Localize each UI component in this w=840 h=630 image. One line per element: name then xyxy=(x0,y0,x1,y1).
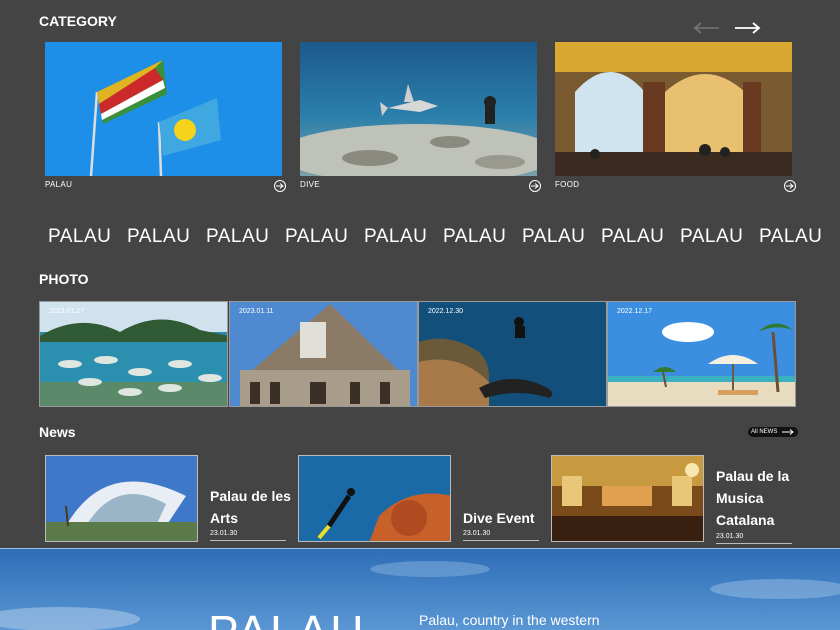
arrow-right-icon xyxy=(782,429,794,435)
news-headline-line: Catalana xyxy=(716,512,775,528)
photo-title: PHOTO xyxy=(39,271,89,287)
all-news-button[interactable]: All NEWS xyxy=(748,427,798,437)
category-label: FOOD xyxy=(555,180,580,189)
arrow-circle-icon[interactable] xyxy=(529,180,541,192)
hero-banner: PALAU Palau, country in the western xyxy=(0,548,840,630)
restaurant-image xyxy=(555,42,792,176)
palau-flags-image xyxy=(45,42,282,176)
hero-description: Palau, country in the western xyxy=(419,612,600,628)
news-thumbnail[interactable] xyxy=(298,455,451,542)
news-underline xyxy=(716,543,792,544)
dive-event-image xyxy=(299,456,450,541)
marquee-word: PALAU xyxy=(127,226,191,247)
category-card-palau[interactable]: PALAU xyxy=(45,42,286,194)
news-headline-line: Dive Event xyxy=(463,510,535,526)
category-card-food[interactable]: FOOD xyxy=(555,42,796,194)
news-headline-line: Arts xyxy=(210,510,239,526)
marquee-word: PALAU xyxy=(759,226,823,247)
shark-dive-image xyxy=(300,42,537,176)
hero-heading: PALAU xyxy=(208,605,365,630)
news-date: 23.01.30 xyxy=(210,530,238,537)
news-headline-line: Palau de les xyxy=(210,488,291,504)
arts-building-image xyxy=(46,456,197,541)
news-headline-line: Musica xyxy=(716,490,764,506)
news-underline xyxy=(463,540,539,541)
arrow-left-icon[interactable] xyxy=(692,20,722,36)
marquee-word: PALAU xyxy=(364,226,428,247)
concert-hall-image xyxy=(552,456,703,541)
category-label: PALAU xyxy=(45,180,73,189)
marquee-track: PALAU PALAU PALAU PALAU PALAU PALAU PALAU PALAU… xyxy=(48,226,838,248)
news-headline[interactable]: Palau de la Musica Catalana xyxy=(716,465,789,531)
news-date: 23.01.30 xyxy=(463,530,491,537)
reef-fish-image xyxy=(40,302,227,406)
palau-marquee: PALAU PALAU PALAU PALAU PALAU PALAU PALAU PALAU… xyxy=(0,222,840,256)
category-title: CATEGORY xyxy=(39,13,117,29)
marquee-word: PALAU xyxy=(601,226,665,247)
photo-date: 2023.01.11 xyxy=(239,308,274,315)
news-headline[interactable]: Dive Event xyxy=(463,507,535,529)
all-news-label: All NEWS xyxy=(751,429,778,435)
arrow-circle-icon[interactable] xyxy=(274,180,286,192)
photo-date: 2022.12.30 xyxy=(428,308,464,315)
marquee-word: PALAU xyxy=(522,226,586,247)
building-image xyxy=(230,302,417,406)
marquee-word: PALAU xyxy=(206,226,270,247)
news-title: News xyxy=(39,424,76,440)
coral-diver-image xyxy=(419,302,606,406)
arrow-circle-icon[interactable] xyxy=(784,180,796,192)
arrow-right-icon[interactable] xyxy=(732,20,762,36)
category-card-dive[interactable]: DIVE xyxy=(300,42,541,194)
photo-card[interactable]: 2023.01.27 xyxy=(39,301,228,407)
news-headline-line: Palau de la xyxy=(716,468,790,484)
news-thumbnail[interactable] xyxy=(45,455,198,542)
category-label: DIVE xyxy=(300,180,320,189)
news-headline[interactable]: Palau de les Arts xyxy=(210,485,291,529)
photo-date: 2023.01.27 xyxy=(49,308,85,315)
news-date: 23.01.30 xyxy=(716,533,744,540)
beach-image xyxy=(608,302,795,406)
photo-date: 2022.12.17 xyxy=(617,308,653,315)
marquee-word: PALAU xyxy=(680,226,744,247)
marquee-word: PALAU xyxy=(443,226,507,247)
news-thumbnail[interactable] xyxy=(551,455,704,542)
photo-card[interactable]: 2022.12.17 xyxy=(607,301,796,407)
marquee-word: PALAU xyxy=(48,226,112,247)
photo-card[interactable]: 2023.01.11 xyxy=(229,301,418,407)
photo-card[interactable]: 2022.12.30 xyxy=(418,301,607,407)
news-underline xyxy=(210,540,286,541)
marquee-word: PALAU xyxy=(285,226,349,247)
